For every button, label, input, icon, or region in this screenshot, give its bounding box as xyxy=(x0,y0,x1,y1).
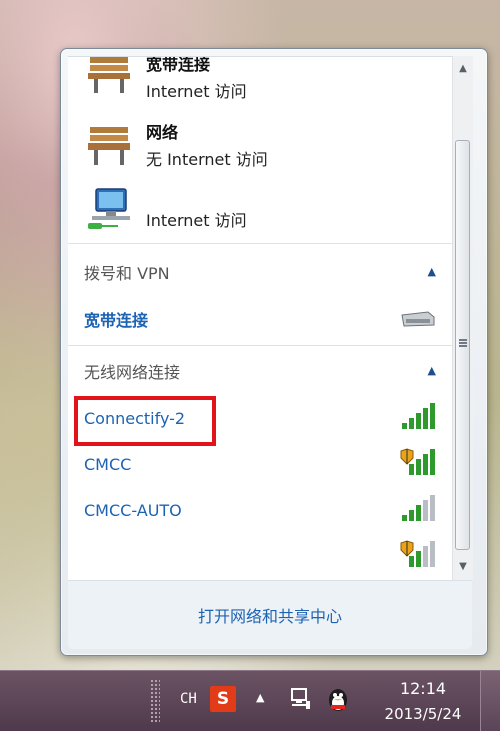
secured-wifi-signal-icon xyxy=(400,448,435,475)
highlight-box xyxy=(74,396,216,446)
bench-network-icon xyxy=(88,57,130,93)
bench-network-icon xyxy=(88,127,130,165)
dialup-item-broadband[interactable]: 宽带连接 xyxy=(68,297,452,343)
wifi-signal-icon xyxy=(402,495,435,521)
connection-status: 无 Internet 访问 xyxy=(146,150,268,169)
open-network-sharing-center-link[interactable]: 打开网络和共享中心 xyxy=(68,603,472,627)
section-title-wireless: 无线网络连接 xyxy=(84,363,181,382)
qq-penguin-icon[interactable] xyxy=(324,685,352,713)
connection-status: Internet 访问 xyxy=(146,82,247,101)
wifi-network-name: CMCC-AUTO xyxy=(84,501,182,520)
connection-lan[interactable]: Internet 访问 xyxy=(68,181,452,243)
collapse-chevron-icon[interactable]: ▲ xyxy=(428,364,436,377)
vertical-scrollbar[interactable]: ▲ ▼ xyxy=(452,56,473,580)
connection-broadband[interactable]: 宽带连接 Internet 访问 xyxy=(68,57,452,117)
wifi-network-name: CMCC xyxy=(84,455,132,474)
wifi-network-cmcc-auto[interactable]: CMCC-AUTO xyxy=(68,489,452,535)
scrollbar-thumb[interactable] xyxy=(455,140,470,550)
sogou-input-icon[interactable]: S xyxy=(210,686,236,712)
dialup-item-label: 宽带连接 xyxy=(84,311,149,330)
wifi-signal-icon xyxy=(402,403,435,429)
collapse-chevron-icon[interactable]: ▲ xyxy=(428,265,436,278)
scroll-down-arrow-icon[interactable]: ▼ xyxy=(458,562,468,572)
section-title-dialup: 拨号和 VPN xyxy=(84,264,170,283)
clock-date[interactable]: 2013/5/24 xyxy=(375,705,471,723)
wifi-network-cmcc[interactable]: CMCC xyxy=(68,443,452,489)
section-divider xyxy=(68,345,452,346)
modem-icon xyxy=(401,311,435,327)
taskbar: CH S ▲ 12:14 2013/5/24 xyxy=(0,670,500,731)
show-desktop-button[interactable] xyxy=(480,671,500,731)
show-hidden-icons-icon[interactable]: ▲ xyxy=(256,691,264,704)
connection-name: 网络 xyxy=(146,123,179,142)
scrollbar-grip-icon xyxy=(459,339,467,347)
network-list: 宽带连接 Internet 访问 网络 无 Internet 访问 Intern… xyxy=(68,56,452,581)
ime-language-indicator[interactable]: CH xyxy=(180,691,197,707)
taskbar-grip[interactable] xyxy=(150,679,160,723)
connection-name: 宽带连接 xyxy=(146,56,211,74)
network-tray-icon[interactable] xyxy=(290,687,312,711)
computer-network-icon xyxy=(88,188,130,229)
section-divider xyxy=(68,243,452,244)
flyout-footer: 打开网络和共享中心 xyxy=(68,580,472,649)
connection-status: Internet 访问 xyxy=(146,211,247,230)
connection-network[interactable]: 网络 无 Internet 访问 xyxy=(68,115,452,181)
wifi-network-hidden[interactable] xyxy=(68,535,452,581)
scroll-up-arrow-icon[interactable]: ▲ xyxy=(458,64,468,74)
clock-time[interactable]: 12:14 xyxy=(375,679,471,698)
secured-wifi-signal-icon xyxy=(400,540,435,567)
